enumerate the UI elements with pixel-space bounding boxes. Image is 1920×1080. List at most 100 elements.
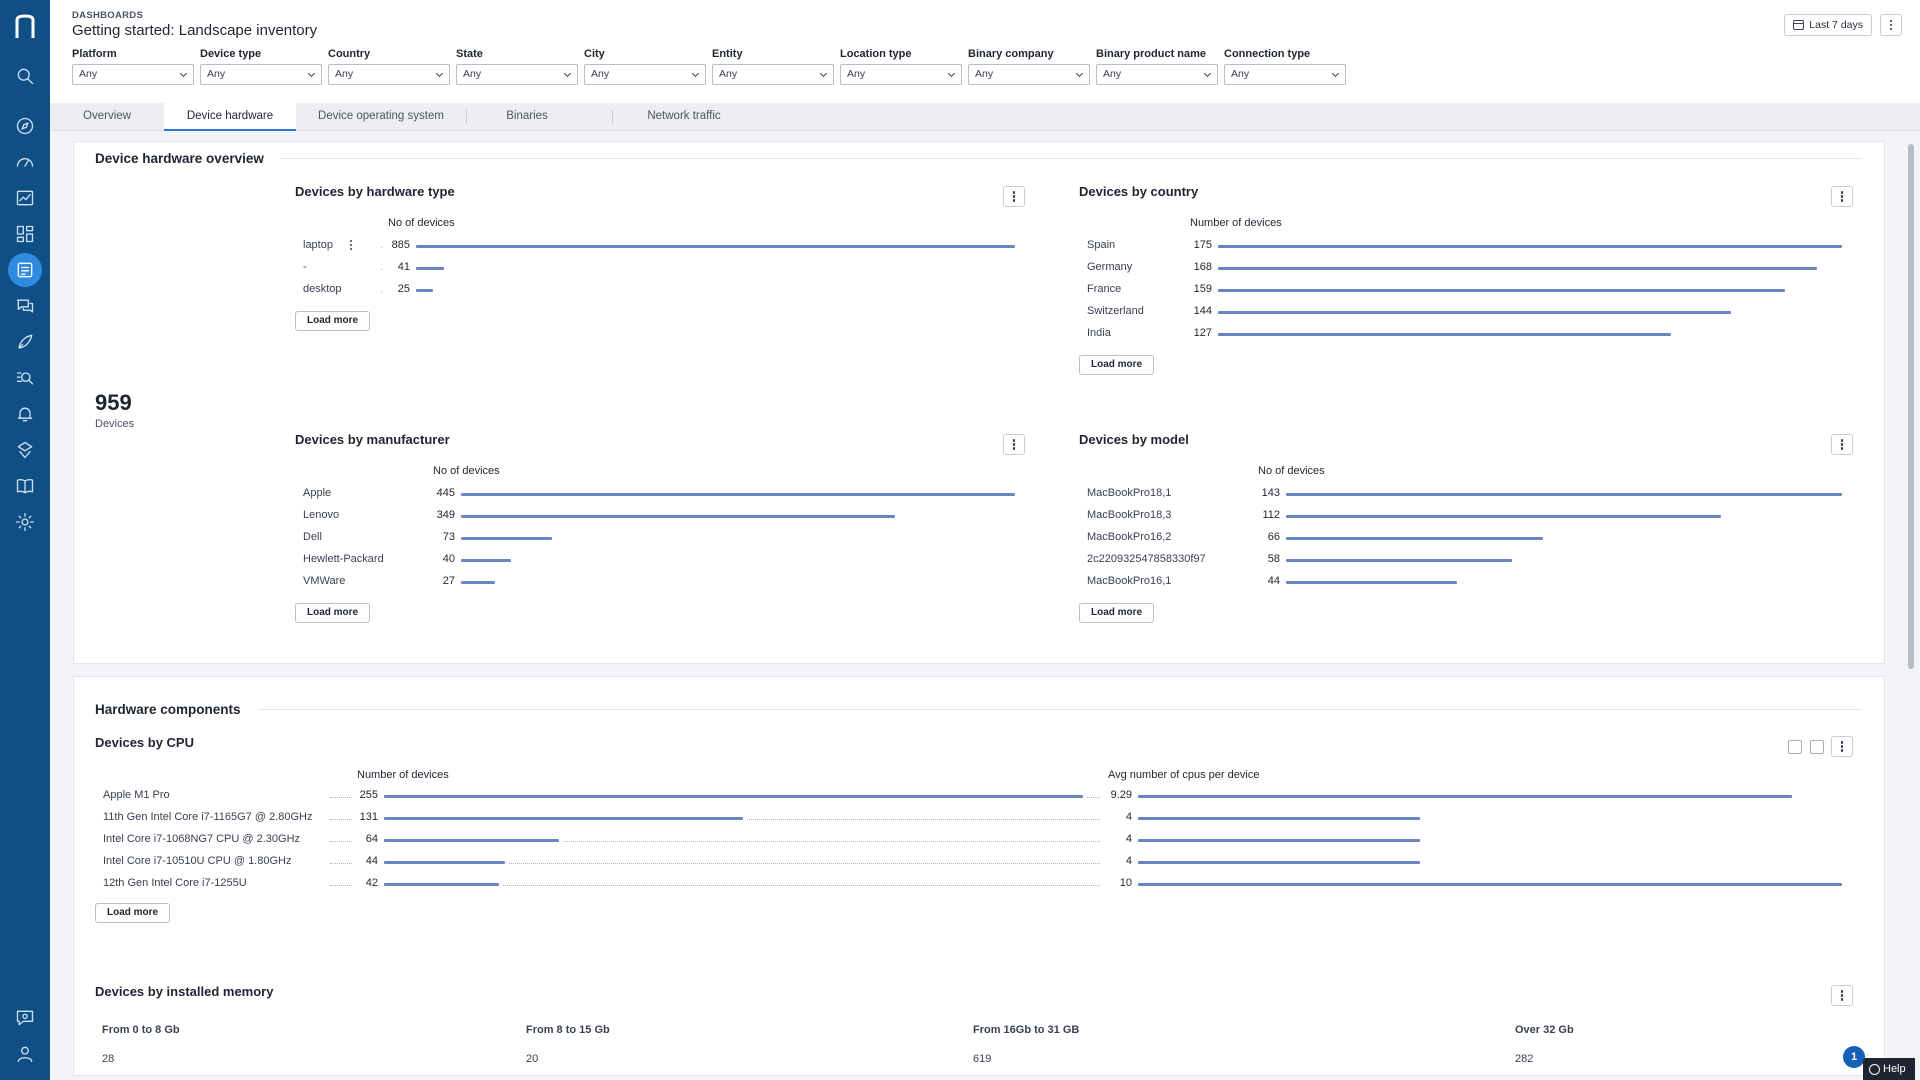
cpu-avg-bar[interactable] [1138,795,1793,798]
manufacturer-load-more-button[interactable]: Load more [295,603,371,623]
hardware-type-load-more-button[interactable]: Load more [295,311,371,331]
tab-device-hardware[interactable]: Device hardware [164,103,296,131]
manufacturer-bar[interactable] [461,559,511,562]
cpu-avg-bar[interactable] [1138,817,1420,820]
cpu-card-menu-button[interactable] [1831,736,1853,757]
filter-select-binary-company[interactable]: Any [968,64,1090,85]
dashboard-menu-button[interactable] [1880,14,1902,36]
compass-icon[interactable] [13,114,37,138]
manufacturer-bar[interactable] [461,581,495,584]
model-row-label[interactable]: MacBookPro16,2 [1087,531,1171,543]
gear-icon[interactable] [13,510,37,534]
table-view-icon[interactable] [1788,740,1802,754]
model-bar[interactable] [1286,537,1543,540]
tab-device-operating-system[interactable]: Device operating system [296,103,466,131]
country-row-label[interactable]: Switzerland [1087,305,1144,317]
memory-column-value[interactable]: 28 [102,1053,114,1065]
tab-binaries[interactable]: Binaries [466,103,588,131]
cpu-row-label[interactable]: Intel Core i7-10510U CPU @ 1.80GHz [103,855,291,867]
manufacturer-row-label[interactable]: Apple [303,487,331,499]
cpu-load-more-button[interactable]: Load more [95,903,171,923]
chart-icon[interactable] [13,186,37,210]
model-bar[interactable] [1286,581,1458,584]
dashboards-icon[interactable] [8,253,42,287]
filter-select-location-type[interactable]: Any [840,64,962,85]
filter-clear-icon[interactable] [1810,740,1824,754]
country-bar[interactable] [1218,289,1785,292]
user-icon[interactable] [13,1042,37,1066]
filter-select-entity[interactable]: Any [712,64,834,85]
search-icon[interactable] [13,64,37,88]
filter-select-city[interactable]: Any [584,64,706,85]
rocket-icon[interactable] [13,330,37,354]
main-scrollbar[interactable] [1908,144,1914,669]
hardware-type-card-menu-button[interactable] [1003,186,1025,207]
hardware-type-row-label[interactable]: laptop [303,239,333,251]
country-row-label[interactable]: France [1087,283,1121,295]
notification-badge[interactable]: 1 [1843,1046,1865,1068]
memory-column-value[interactable]: 20 [526,1053,538,1065]
gauge-icon[interactable] [13,150,37,174]
cpu-avg-bar[interactable] [1138,839,1420,842]
cpu-avg-bar[interactable] [1138,861,1420,864]
country-bar[interactable] [1218,245,1842,248]
time-range-button[interactable]: Last 7 days [1784,14,1872,36]
tab-overview[interactable]: Overview [50,103,164,131]
cpu-avg-bar[interactable] [1138,883,1842,886]
row-menu-icon[interactable] [349,240,353,252]
tab-network-traffic[interactable]: Network traffic [612,103,756,131]
filter-select-platform[interactable]: Any [72,64,194,85]
country-bar[interactable] [1218,333,1671,336]
manufacturer-bar[interactable] [461,493,1015,496]
country-row-label[interactable]: Spain [1087,239,1115,251]
nexthink-logo[interactable] [12,14,38,40]
country-load-more-button[interactable]: Load more [1079,355,1155,375]
manufacturer-row-label[interactable]: VMWare [303,575,345,587]
cpu-count-bar[interactable] [384,817,744,820]
hardware-type-row-label[interactable]: - [303,261,307,273]
feedback-icon[interactable] [13,1006,37,1030]
hardware-type-bar[interactable] [416,267,444,270]
model-load-more-button[interactable]: Load more [1079,603,1155,623]
model-row-label[interactable]: 2c220932547858330f97 [1087,553,1206,565]
filter-select-binary-product-name[interactable]: Any [1096,64,1218,85]
remote-action-icon[interactable] [13,438,37,462]
manufacturer-bar[interactable] [461,537,552,540]
cpu-row-label[interactable]: 11th Gen Intel Core i7-1165G7 @ 2.80GHz [103,811,312,823]
breadcrumb[interactable]: DASHBOARDS [72,10,143,21]
model-row-label[interactable]: MacBookPro18,1 [1087,487,1171,499]
cpu-row-label[interactable]: 12th Gen Intel Core i7-1255U [103,877,247,889]
manufacturer-row-label[interactable]: Hewlett-Packard [303,553,384,565]
bell-icon[interactable] [13,402,37,426]
manufacturer-row-label[interactable]: Dell [303,531,322,543]
country-bar[interactable] [1218,311,1732,314]
manufacturer-bar[interactable] [461,515,896,518]
model-card-menu-button[interactable] [1831,434,1853,455]
hardware-type-row-label[interactable]: desktop [303,283,342,295]
memory-column-value[interactable]: 619 [973,1053,991,1065]
cpu-count-bar[interactable] [384,839,560,842]
country-row-label[interactable]: India [1087,327,1111,339]
library-icon[interactable] [13,474,37,498]
model-row-label[interactable]: MacBookPro18,3 [1087,509,1171,521]
country-card-menu-button[interactable] [1831,186,1853,207]
investigation-icon[interactable] [13,366,37,390]
model-bar[interactable] [1286,515,1722,518]
dashboard-grid-icon[interactable] [13,222,37,246]
hardware-type-bar[interactable] [416,245,1015,248]
cpu-row-label[interactable]: Apple M1 Pro [103,789,170,801]
country-bar[interactable] [1218,267,1818,270]
filter-select-connection-type[interactable]: Any [1224,64,1346,85]
country-row-label[interactable]: Germany [1087,261,1132,273]
help-button[interactable]: Help [1863,1058,1915,1080]
cpu-row-label[interactable]: Intel Core i7-1068NG7 CPU @ 2.30GHz [103,833,300,845]
filter-select-state[interactable]: Any [456,64,578,85]
cpu-count-bar[interactable] [384,795,1083,798]
cpu-count-bar[interactable] [384,861,505,864]
hardware-type-bar[interactable] [416,289,433,292]
chat-icon[interactable] [13,294,37,318]
manufacturer-row-label[interactable]: Lenovo [303,509,339,521]
filter-select-device-type[interactable]: Any [200,64,322,85]
cpu-count-bar[interactable] [384,883,500,886]
model-bar[interactable] [1286,493,1842,496]
